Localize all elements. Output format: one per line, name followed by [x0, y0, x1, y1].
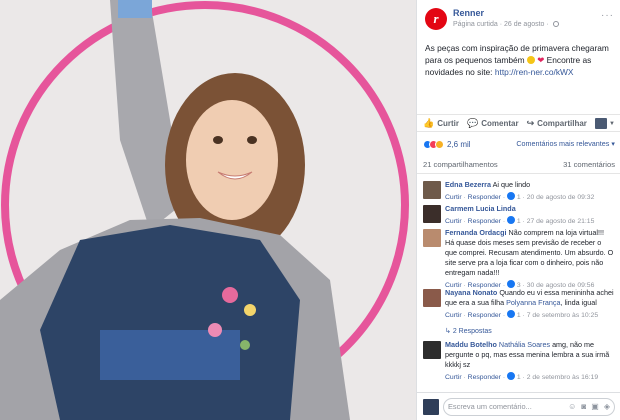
- comment-date[interactable]: 7 de setembro às 10:25: [527, 312, 598, 319]
- commenter-avatar[interactable]: [423, 341, 441, 359]
- post-actions-bar: 👍 Curtir 💬 Comentar ↪ Compartilhar ▼: [417, 114, 620, 132]
- facebook-photo-viewer: r Renner Página curtida · 26 de agosto ·…: [0, 0, 620, 420]
- commenter-avatar[interactable]: [423, 289, 441, 307]
- comment-body: Maddu Botelho Nathália Soares amg, não m…: [445, 340, 615, 381]
- page-avatar[interactable]: r: [425, 8, 447, 30]
- like-count-icon: [506, 372, 515, 380]
- emoji-icon[interactable]: ☺: [568, 402, 576, 411]
- comment-like-link[interactable]: Curtir: [445, 218, 462, 225]
- more-options-icon[interactable]: ···: [601, 10, 614, 21]
- comment-text-end: , linda igual: [560, 298, 597, 307]
- reactions-row: 2,6 mil Comentários mais relevantes ▾: [417, 136, 620, 152]
- sunflower-emoji-icon: [526, 56, 535, 64]
- post-as-selector[interactable]: ▼: [595, 118, 615, 129]
- comment-item: Nayana Nonato Quando eu vi essa menininh…: [417, 286, 620, 326]
- share-label: Compartilhar: [537, 118, 587, 128]
- comment-reply-link[interactable]: Responder: [468, 194, 501, 201]
- comment-like-link[interactable]: Curtir: [445, 194, 462, 201]
- comment-footer: Curtir · Responder · 1 · 20 de agosto de…: [445, 192, 595, 201]
- post-header-text: Renner Página curtida · 26 de agosto ·: [453, 8, 559, 36]
- comment-author[interactable]: Nayana Nonato: [445, 288, 497, 297]
- comment-reply-link[interactable]: Responder: [468, 374, 501, 381]
- comment-author[interactable]: Carmem Lucia Linda: [445, 204, 516, 213]
- post-side-panel: r Renner Página curtida · 26 de agosto ·…: [416, 0, 620, 420]
- shares-count[interactable]: 21 compartilhamentos: [423, 160, 498, 173]
- comment-date[interactable]: 27 de agosto de 21:15: [527, 218, 595, 225]
- post-photo[interactable]: [0, 0, 416, 420]
- like-count-icon: [506, 280, 515, 288]
- comment-date[interactable]: 20 de agosto de 09:32: [527, 194, 595, 201]
- haha-reaction-icon: [435, 139, 444, 149]
- current-user-avatar: [423, 398, 439, 415]
- heart-emoji-icon: ❤: [537, 55, 545, 65]
- comment-author[interactable]: Maddu Botelho: [445, 340, 497, 349]
- share-button[interactable]: ↪ Compartilhar: [527, 118, 587, 129]
- like-count-icon: [506, 216, 515, 224]
- like-count-icon: [506, 192, 515, 200]
- post-stats: 21 compartilhamentos 31 comentários: [417, 160, 620, 174]
- comment-date[interactable]: 2 de setembro às 16:19: [527, 374, 598, 381]
- like-label: Curtir: [437, 118, 459, 128]
- page-name[interactable]: Renner: [453, 8, 559, 18]
- commenter-avatar[interactable]: [423, 205, 441, 223]
- write-comment-bar: Escreva um comentário... ☺ ◙ ▣ ◈: [417, 392, 620, 420]
- comment-item: Edna Bezerra Ai que lindo Curtir · Respo…: [417, 178, 620, 202]
- comments-list: Edna Bezerra Ai que lindo Curtir · Respo…: [417, 178, 620, 381]
- comment-like-count: 1: [516, 312, 521, 319]
- comment-author[interactable]: Edna Bezerra: [445, 180, 491, 189]
- comment-text: Ai que lindo: [492, 180, 531, 189]
- photo-illustration: [0, 0, 416, 420]
- post-text: As peças com inspiração de primavera che…: [417, 36, 620, 110]
- post-link[interactable]: http://ren-ner.co/kWX: [495, 67, 574, 77]
- caret-down-icon: ▼: [609, 120, 615, 127]
- post-as-avatar: [595, 118, 608, 129]
- view-replies-link[interactable]: ↳ 2 Respostas: [417, 327, 620, 335]
- comment-like-link[interactable]: Curtir: [445, 312, 462, 319]
- comment-reply-link[interactable]: Responder: [468, 218, 501, 225]
- comment-reply-link[interactable]: Responder: [468, 312, 501, 319]
- sticker-icon[interactable]: ◈: [604, 402, 610, 411]
- comment-footer: Curtir · Responder · 1 · 27 de agosto de…: [445, 216, 595, 225]
- comment-sort-dropdown[interactable]: Comentários mais relevantes ▾: [516, 139, 615, 148]
- comment-button[interactable]: 💬 Comentar: [467, 118, 519, 129]
- comments-count[interactable]: 31 comentários: [563, 160, 615, 173]
- share-icon: ↪: [526, 117, 535, 128]
- comment-label: Comentar: [481, 118, 519, 128]
- comment-body: Nayana Nonato Quando eu vi essa menininh…: [445, 288, 615, 324]
- like-count-icon: [506, 310, 515, 318]
- post-header: r Renner Página curtida · 26 de agosto ·…: [417, 0, 620, 36]
- globe-icon: [552, 21, 559, 27]
- comment-item: Maddu Botelho Nathália Soares amg, não m…: [417, 338, 620, 381]
- comment-author[interactable]: Fernanda Ordacgi: [445, 228, 507, 237]
- post-meta-text: Página curtida · 26 de agosto ·: [453, 21, 549, 28]
- post-meta: Página curtida · 26 de agosto ·: [453, 21, 559, 28]
- comment-mention[interactable]: Polyanna França: [506, 298, 560, 307]
- reactions-count[interactable]: 2,6 mil: [447, 140, 471, 149]
- replies-count: 2 Respostas: [452, 328, 492, 335]
- comment-body: Fernanda Ordacgi Não comprem na loja vir…: [445, 228, 615, 289]
- comment-body: Edna Bezerra Ai que lindo Curtir · Respo…: [445, 180, 595, 201]
- comment-footer: Curtir · Responder · 1 · 2 de setembro à…: [445, 372, 599, 381]
- comment-like-count: 1: [516, 194, 521, 201]
- like-button[interactable]: 👍 Curtir: [423, 118, 459, 129]
- comment-body: Carmem Lucia Linda Curtir · Responder · …: [445, 204, 595, 225]
- comment-sort-label: Comentários mais relevantes: [516, 139, 610, 148]
- thumbs-up-icon: 👍: [423, 117, 435, 128]
- comment-like-count: 1: [516, 218, 521, 225]
- commenter-avatar[interactable]: [423, 229, 441, 247]
- comment-input[interactable]: Escreva um comentário... ☺ ◙ ▣ ◈: [443, 397, 615, 416]
- comment-mention[interactable]: Nathália Soares: [499, 340, 550, 349]
- comment-input-icons: ☺ ◙ ▣ ◈: [565, 402, 610, 411]
- camera-icon[interactable]: ◙: [581, 402, 586, 411]
- comment-like-link[interactable]: Curtir: [445, 374, 462, 381]
- comment-icon: 💬: [467, 117, 479, 128]
- comment-input-placeholder: Escreva um comentário...: [448, 402, 532, 411]
- comment-footer: Curtir · Responder · 1 · 7 de setembro à…: [445, 310, 599, 319]
- comment-item: Fernanda Ordacgi Não comprem na loja vir…: [417, 226, 620, 289]
- comment-like-count: 1: [516, 374, 521, 381]
- page-logo-letter: r: [433, 11, 439, 26]
- gif-icon[interactable]: ▣: [591, 402, 599, 411]
- comment-item: Carmem Lucia Linda Curtir · Responder · …: [417, 202, 620, 226]
- commenter-avatar[interactable]: [423, 181, 441, 199]
